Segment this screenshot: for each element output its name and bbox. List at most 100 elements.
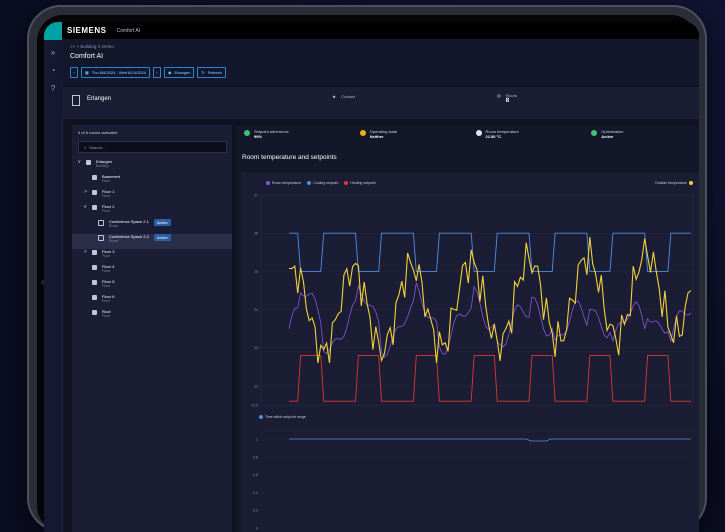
room-tree-panel: 4 of 6 rooms activated ⌕ Search... v Erlan… bbox=[72, 125, 232, 532]
kpi-card: Setpoint adherence 99% bbox=[236, 129, 352, 147]
temperature-chart[interactable]: 27 26 25 24 23 22 21.5 1 0.8 0.6 0.4 0.2 0 bbox=[241, 173, 699, 532]
optimization-icon bbox=[591, 130, 598, 136]
tree-item-type: Floor bbox=[102, 254, 110, 258]
building-icon bbox=[72, 95, 80, 106]
series-room-temperature bbox=[288, 282, 692, 358]
floor-icon bbox=[92, 250, 97, 255]
tree-item-type: Floor bbox=[102, 269, 110, 273]
y-tick-label: 0 bbox=[256, 527, 258, 531]
refresh-label: Refresh bbox=[207, 70, 222, 75]
y-tick-label: 22 bbox=[254, 384, 258, 388]
tree-item[interactable]: Roof Floor bbox=[72, 309, 232, 324]
smile-icon bbox=[244, 130, 250, 136]
rooms-activated-heading: 4 of 6 rooms activated bbox=[78, 130, 118, 135]
search-icon: ⌕ bbox=[84, 144, 87, 150]
floors-info: ▤ Floors 8 bbox=[497, 93, 517, 104]
y-tick-label: 25 bbox=[254, 270, 258, 274]
kpi-text: Room temperature 22.50 °C bbox=[486, 129, 519, 139]
tree-item[interactable]: Floor 6 Floor bbox=[72, 294, 232, 309]
tree-item[interactable]: > Floor 1 Floor bbox=[72, 189, 232, 204]
floor-icon bbox=[92, 190, 97, 195]
tree-item[interactable]: Floor 4 Floor bbox=[72, 264, 232, 279]
previous-period-button[interactable]: ‹ bbox=[70, 67, 78, 78]
date-range-label: Thu 8/8/2024 - Wed 8/14/2024 bbox=[91, 70, 146, 75]
refresh-button[interactable]: ↻ Refresh bbox=[197, 67, 226, 78]
breadcrumb[interactable]: >> > Building X Demo bbox=[70, 44, 114, 49]
location-pin-icon: ◉ bbox=[167, 70, 172, 75]
y-tick-label: 0.6 bbox=[253, 473, 258, 477]
floors-value: 8 bbox=[505, 98, 510, 104]
y-tick-label: 21.5 bbox=[251, 404, 258, 408]
next-period-button[interactable]: › bbox=[152, 67, 161, 78]
tree-item-type: Room bbox=[109, 239, 119, 243]
series-setpoint-range bbox=[289, 438, 691, 442]
tree-item-text: Floor 1 Floor bbox=[102, 189, 114, 198]
refresh-icon: ↻ bbox=[201, 70, 205, 75]
tree-item-type: Floor bbox=[102, 179, 110, 183]
tree-item[interactable]: v Floor 2 Floor bbox=[72, 204, 232, 219]
setpoint-range-legend[interactable]: Time within setpoint range bbox=[259, 415, 306, 419]
kpi-value: 99% bbox=[254, 134, 263, 139]
floor-icon bbox=[92, 295, 97, 300]
tree-item[interactable]: Floor 5 Floor bbox=[72, 279, 232, 294]
app-screen: » ◔ ? SIEMENS Comfort AI >> > Building X… bbox=[44, 22, 699, 532]
tree-item-text: Conference Space 2.1 Room bbox=[109, 219, 149, 228]
page-header: >> > Building X Demo Comfort AI ‹ ▦ Thu 8… bbox=[62, 39, 699, 85]
kpi-value: 22.50 °C bbox=[485, 134, 502, 139]
help-icon[interactable]: ? bbox=[48, 84, 58, 94]
y-tick-label: 1 bbox=[256, 438, 258, 442]
floors-icon: ▤ bbox=[497, 93, 501, 98]
location-label: Erlangen bbox=[174, 70, 191, 75]
kpi-text: Optimization Active bbox=[601, 129, 623, 139]
setpoint-range-label: Time within setpoint range bbox=[265, 415, 306, 419]
location-button[interactable]: ◉ Erlangen bbox=[163, 67, 195, 78]
building-name: Erlangen bbox=[87, 96, 112, 102]
date-range-picker[interactable]: ▦ Thu 8/8/2024 - Wed 8/14/2024 bbox=[81, 67, 150, 78]
series-heating-setpoint bbox=[289, 354, 691, 402]
search-input[interactable]: ⌕ Search... bbox=[78, 141, 227, 153]
app-name: Comfort AI bbox=[116, 27, 141, 34]
kpi-text: Setpoint adherence 99% bbox=[254, 129, 289, 139]
y-tick-label: 0.2 bbox=[253, 509, 258, 513]
tree-item-text: Basement Floor bbox=[102, 174, 120, 183]
status-badge: Active bbox=[153, 234, 171, 241]
chart-container: Room temperature Cooling setpoint Heating … bbox=[241, 173, 699, 532]
main-panel: Setpoint adherence 99% Operating state Neit… bbox=[236, 125, 699, 532]
chevron-right-icon[interactable]: > bbox=[84, 189, 90, 195]
tree-item-type: Floor bbox=[102, 209, 110, 213]
y-tick-label: 24 bbox=[254, 308, 258, 312]
tree-item-text: Roof Floor bbox=[102, 309, 110, 318]
y-tick-label: 26 bbox=[254, 232, 258, 236]
kpi-text: Operating state Neither bbox=[370, 129, 397, 139]
tree-item[interactable]: Conference Space 2.1 Room Active bbox=[72, 219, 232, 234]
page-title: Comfort AI bbox=[70, 53, 104, 60]
tree-item[interactable]: > Floor 3 Floor bbox=[72, 249, 232, 264]
chevron-down-icon[interactable]: v bbox=[84, 204, 90, 210]
building-icon bbox=[86, 160, 91, 165]
chevron-down-icon[interactable]: v bbox=[78, 159, 84, 165]
legend-dot bbox=[259, 415, 263, 419]
room-icon bbox=[98, 235, 104, 241]
y-tick-label: 0.8 bbox=[253, 455, 258, 459]
kpi-card: Optimization Active bbox=[583, 129, 699, 147]
tree-item-text: Floor 6 Floor bbox=[102, 294, 114, 303]
floor-icon bbox=[92, 205, 97, 210]
tree-item[interactable]: Conference Space 2.2 Room Active bbox=[72, 234, 232, 249]
comfort-app-icon[interactable]: ◔ bbox=[48, 66, 58, 76]
tree-item-type: Building bbox=[96, 164, 109, 168]
tree-item[interactable]: v Erlangen Building bbox=[72, 159, 232, 174]
expand-icon[interactable]: » bbox=[48, 48, 58, 58]
room-icon bbox=[98, 220, 104, 226]
kpi-row: Setpoint adherence 99% Operating state Neit… bbox=[236, 125, 699, 147]
sun-icon bbox=[359, 130, 366, 136]
tree-item[interactable]: Basement Floor bbox=[72, 174, 232, 189]
search-placeholder: Search... bbox=[89, 144, 106, 150]
app-logo-icon[interactable] bbox=[44, 22, 62, 40]
tree-item-type: Floor bbox=[102, 284, 110, 288]
contact-info[interactable]: ☻ Contact bbox=[332, 94, 355, 99]
kpi-value: Active bbox=[601, 134, 614, 139]
building-info-bar: Erlangen ☻ Contact ▤ Floors 8 bbox=[62, 87, 699, 119]
tree-item-text: Floor 5 Floor bbox=[102, 279, 114, 288]
chevron-right-icon[interactable]: > bbox=[84, 249, 90, 255]
y-tick-label: 27 bbox=[254, 194, 258, 198]
